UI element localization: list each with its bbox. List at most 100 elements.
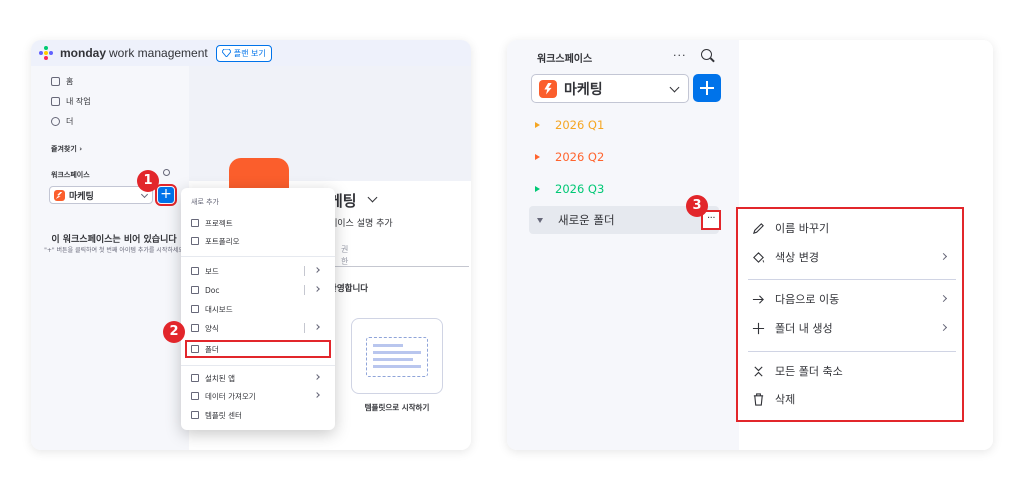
left-screenshot-panel: monday work management 플랜 보기 홈 내 작업 더 즐겨… bbox=[31, 40, 471, 450]
menu-item-label: 이름 바꾸기 bbox=[775, 222, 830, 235]
chevron-right-icon bbox=[939, 252, 948, 261]
menu-item-label: 모든 폴더 축소 bbox=[775, 365, 843, 378]
menu-item-label: 삭제 bbox=[775, 393, 796, 406]
menu-item-collapse-all[interactable]: 모든 폴더 축소 bbox=[752, 361, 950, 381]
dropdown-header: 새로 추가 bbox=[191, 198, 219, 206]
folder-label: 새로운 폴더 bbox=[558, 213, 615, 227]
dropdown-item-portfolio[interactable]: 포트폴리오 bbox=[191, 234, 325, 248]
dropdown-item-label: 포트폴리오 bbox=[205, 236, 240, 246]
workspace-icon bbox=[539, 79, 557, 98]
dropdown-item-import-data[interactable]: 데이터 가져오기 bbox=[191, 389, 325, 403]
folder-2026-q3[interactable]: 2026 Q3 bbox=[535, 182, 604, 196]
dropdown-item-doc[interactable]: Doc bbox=[191, 283, 325, 297]
divider bbox=[748, 351, 956, 352]
workspace-selector[interactable]: 마케팅 bbox=[531, 74, 689, 103]
sidebar-item-home[interactable]: 홈 bbox=[51, 76, 73, 87]
step-badge-3: 3 bbox=[686, 195, 708, 217]
divider bbox=[304, 323, 305, 333]
dropdown-item-label: 데이터 가져오기 bbox=[205, 391, 256, 401]
doc-icon bbox=[191, 286, 199, 294]
sidebar-item-label: 더 bbox=[66, 117, 74, 126]
caret-right-icon bbox=[535, 186, 540, 192]
portfolio-icon bbox=[191, 237, 199, 245]
workspace-name: 마케팅 bbox=[564, 81, 603, 98]
template-center-icon bbox=[191, 411, 199, 419]
folder-label: 2026 Q3 bbox=[555, 182, 605, 196]
sidebar-item-my-work[interactable]: 내 작업 bbox=[51, 96, 91, 107]
dropdown-item-label: 보드 bbox=[205, 266, 219, 276]
chevron-down-icon bbox=[669, 82, 680, 93]
apps-icon bbox=[191, 374, 199, 382]
more-circle-icon bbox=[51, 117, 60, 126]
menu-item-create-in-folder[interactable]: 폴더 내 생성 bbox=[752, 318, 950, 338]
step-badge-2: 2 bbox=[163, 321, 185, 343]
folder-highlight-box bbox=[185, 340, 331, 358]
menu-item-label: 폴더 내 생성 bbox=[775, 322, 833, 335]
chevron-right-icon bbox=[314, 324, 320, 330]
board-icon bbox=[191, 267, 199, 275]
see-plans-label: 플랜 보기 bbox=[233, 48, 266, 58]
home-icon bbox=[51, 77, 60, 86]
top-bar: monday work management 플랜 보기 bbox=[31, 40, 471, 66]
diamond-icon bbox=[221, 49, 231, 57]
folder-2026-q2[interactable]: 2026 Q2 bbox=[535, 150, 604, 164]
dashboard-icon bbox=[191, 305, 199, 313]
favorites-section[interactable]: 즐겨찾기 › bbox=[51, 144, 82, 154]
pencil-icon bbox=[752, 222, 764, 234]
sidebar-item-label: 내 작업 bbox=[66, 97, 91, 106]
dropdown-item-form[interactable]: 양식 bbox=[191, 321, 325, 335]
permissions-tab[interactable]: 권한 bbox=[341, 244, 348, 268]
menu-item-delete[interactable]: 삭제 bbox=[752, 389, 950, 409]
workspace-selector[interactable]: 마케팅 bbox=[49, 186, 153, 204]
caret-down-icon bbox=[537, 217, 543, 223]
add-new-button[interactable] bbox=[693, 74, 721, 102]
dropdown-item-label: 대시보드 bbox=[205, 304, 233, 314]
workspace-description[interactable]: 페이스 설명 추가 bbox=[329, 216, 393, 229]
paint-bucket-icon bbox=[753, 251, 765, 263]
chevron-right-icon bbox=[939, 323, 948, 332]
dropdown-item-label: 양식 bbox=[205, 323, 219, 333]
sidebar-item-more[interactable]: 더 bbox=[51, 116, 73, 127]
menu-item-rename[interactable]: 이름 바꾸기 bbox=[752, 218, 950, 238]
divider bbox=[181, 365, 335, 366]
chevron-right-icon bbox=[314, 267, 320, 273]
chevron-right-icon bbox=[314, 392, 320, 398]
workspace-name: 마케팅 bbox=[69, 191, 94, 202]
menu-item-change-color[interactable]: 색상 변경 bbox=[752, 247, 950, 267]
dropdown-item-installed-apps[interactable]: 설치된 앱 bbox=[191, 371, 325, 385]
form-icon bbox=[191, 324, 199, 332]
sidebar-item-label: 홈 bbox=[66, 77, 74, 86]
chevron-down-icon bbox=[140, 190, 149, 199]
template-card[interactable] bbox=[351, 318, 443, 394]
menu-item-move-to[interactable]: 다음으로 이동 bbox=[752, 289, 950, 309]
right-screenshot-panel: 워크스페이스 ··· 마케팅 2026 Q1 2026 Q2 2026 Q3 새… bbox=[507, 40, 993, 450]
chevron-right-icon bbox=[314, 374, 320, 380]
folder-2026-q1[interactable]: 2026 Q1 bbox=[535, 118, 604, 132]
dropdown-item-dashboard[interactable]: 대시보드 bbox=[191, 302, 325, 316]
search-icon[interactable] bbox=[163, 169, 170, 176]
more-options-icon[interactable]: ··· bbox=[673, 49, 687, 62]
empty-workspace-hint: "+" 버튼을 클릭하여 첫 번째 아이템 추가를 시작하세요 bbox=[44, 247, 184, 254]
chevron-right-icon bbox=[314, 286, 320, 292]
see-plans-button[interactable]: 플랜 보기 bbox=[215, 44, 272, 62]
my-work-icon bbox=[51, 97, 60, 106]
template-label: 템플릿으로 시작하기 bbox=[364, 403, 430, 412]
caret-right-icon bbox=[535, 154, 540, 160]
dropdown-item-label: 프로젝트 bbox=[205, 218, 233, 228]
dropdown-item-template-center[interactable]: 템플릿 센터 bbox=[191, 408, 325, 422]
folder-context-menu: 이름 바꾸기 색상 변경 다음으로 이동 폴더 내 생성 모든 폴더 축소 삭제 bbox=[736, 207, 964, 422]
dropdown-item-label: 템플릿 센터 bbox=[205, 410, 242, 420]
empty-workspace-title: 이 워크스페이스는 비어 있습니다 bbox=[51, 235, 177, 245]
collapse-icon bbox=[754, 365, 763, 377]
arrow-right-icon bbox=[752, 294, 764, 304]
dropdown-item-project[interactable]: 프로젝트 bbox=[191, 216, 325, 230]
plus-icon bbox=[752, 322, 765, 334]
trash-icon bbox=[753, 392, 764, 406]
dropdown-item-board[interactable]: 보드 bbox=[191, 264, 325, 278]
dropdown-item-label: 설치된 앱 bbox=[205, 373, 235, 383]
search-icon[interactable] bbox=[701, 49, 712, 60]
add-new-button[interactable]: + bbox=[155, 184, 177, 206]
workspace-icon bbox=[54, 189, 65, 201]
template-illustration bbox=[366, 337, 428, 377]
brand-name: monday bbox=[60, 46, 107, 60]
